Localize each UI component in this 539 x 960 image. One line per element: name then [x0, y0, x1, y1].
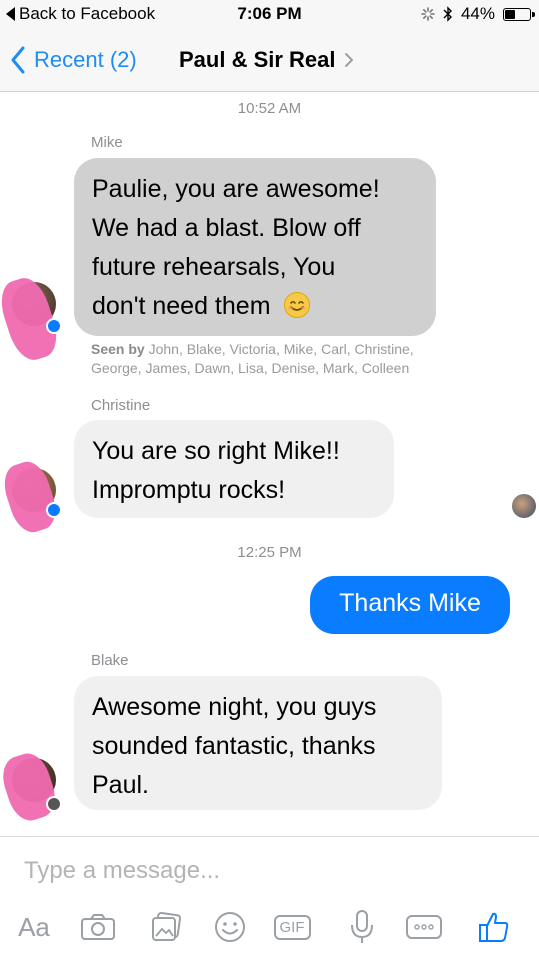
conversation-title-button[interactable]: Paul & Sir Real: [179, 47, 354, 73]
timestamp-separator: 12:25 PM: [237, 544, 302, 561]
read-receipt-avatar: [512, 494, 536, 518]
message-line: sounded fantastic, thanks: [92, 732, 376, 760]
message-line: Paul.: [92, 771, 149, 799]
message-line: Impromptu rocks!: [92, 476, 286, 504]
timestamp-separator: 10:52 AM: [237, 100, 302, 117]
message-line: future rehearsals, You: [92, 253, 336, 281]
microphone-icon: [351, 910, 373, 943]
avatar[interactable]: [0, 272, 64, 366]
battery-percent: 44%: [460, 4, 495, 23]
gif-button[interactable]: GIF: [272, 907, 312, 947]
camera-button[interactable]: [78, 907, 118, 947]
recent-back-label: Recent (2): [34, 47, 137, 72]
camera-icon: [81, 914, 115, 940]
messenger-app: Back to Facebook 7:06 PM 44% Recent (2) …: [0, 0, 539, 960]
photo-gallery-icon: [152, 911, 182, 941]
message-line: You are so right Mike!!: [92, 437, 340, 465]
activity-spinner-icon: [421, 7, 435, 21]
message-input[interactable]: Type a message...: [24, 857, 220, 885]
message-line: We had a blast. Blow off: [92, 214, 361, 242]
sticker-button[interactable]: [210, 907, 250, 947]
bluetooth-icon: [443, 6, 452, 22]
sender-name: Blake: [91, 652, 129, 669]
messenger-badge-icon: [46, 502, 62, 518]
redaction-mark: [0, 748, 62, 826]
text-format-button[interactable]: Aa: [14, 907, 54, 947]
recent-back-button[interactable]: Recent (2): [10, 46, 137, 74]
composer: Type a message... Aa GIF: [0, 836, 539, 960]
message-line-with-emoji: don't need them: [92, 287, 418, 326]
seen-by-prefix: Seen by: [91, 341, 145, 357]
chevron-right-icon: [344, 53, 353, 67]
message-line: Paulie, you are awesome!: [92, 175, 380, 203]
status-bar: Back to Facebook 7:06 PM 44%: [0, 0, 539, 30]
avatar[interactable]: [0, 456, 62, 538]
seen-by-names-2: George, James, Dawn, Lisa, Denise, Mark,…: [91, 360, 410, 376]
more-dots-icon: [406, 915, 442, 939]
text-format-label: Aa: [18, 911, 50, 942]
facebook-badge-icon: [46, 796, 62, 812]
more-options-button[interactable]: [404, 907, 444, 947]
message-text: Thanks Mike: [339, 589, 481, 617]
message-bubble[interactable]: Paulie, you are awesome! We had a blast.…: [74, 158, 436, 336]
status-indicators: 44%: [421, 4, 535, 24]
like-button[interactable]: [474, 907, 514, 947]
battery-fill: [505, 9, 516, 19]
message-line-text: don't need them: [92, 292, 271, 320]
gif-label: GIF: [279, 918, 305, 936]
message-bubble-outgoing[interactable]: Thanks Mike: [310, 576, 510, 634]
chevron-left-icon: [11, 46, 25, 74]
conversation-header: Recent (2) Paul & Sir Real: [0, 30, 539, 92]
gif-icon: GIF: [273, 914, 311, 940]
sender-name: Christine: [91, 397, 151, 414]
sender-name: Mike: [91, 134, 123, 151]
composer-toolbar: Aa GIF: [0, 907, 539, 951]
voice-button[interactable]: [342, 907, 382, 947]
smiley-icon: [215, 912, 245, 942]
battery-icon: [503, 7, 535, 21]
message-bubble[interactable]: Awesome night, you guys sounded fantasti…: [74, 676, 442, 810]
conversation-title: Paul & Sir Real: [179, 47, 336, 72]
redaction-mark: [0, 456, 62, 538]
seen-by-list[interactable]: Seen by John, Blake, Victoria, Mike, Car…: [91, 340, 511, 378]
photos-button[interactable]: [146, 907, 186, 947]
avatar[interactable]: [0, 748, 62, 826]
message-bubble[interactable]: You are so right Mike!! Impromptu rocks!: [74, 420, 394, 518]
message-line: Awesome night, you guys: [92, 693, 377, 721]
thumbs-up-icon: [479, 912, 509, 942]
seen-by-names: John, Blake, Victoria, Mike, Carl, Chris…: [148, 341, 414, 357]
smiling-emoji-icon: [284, 292, 311, 318]
messenger-badge-icon: [46, 318, 62, 334]
